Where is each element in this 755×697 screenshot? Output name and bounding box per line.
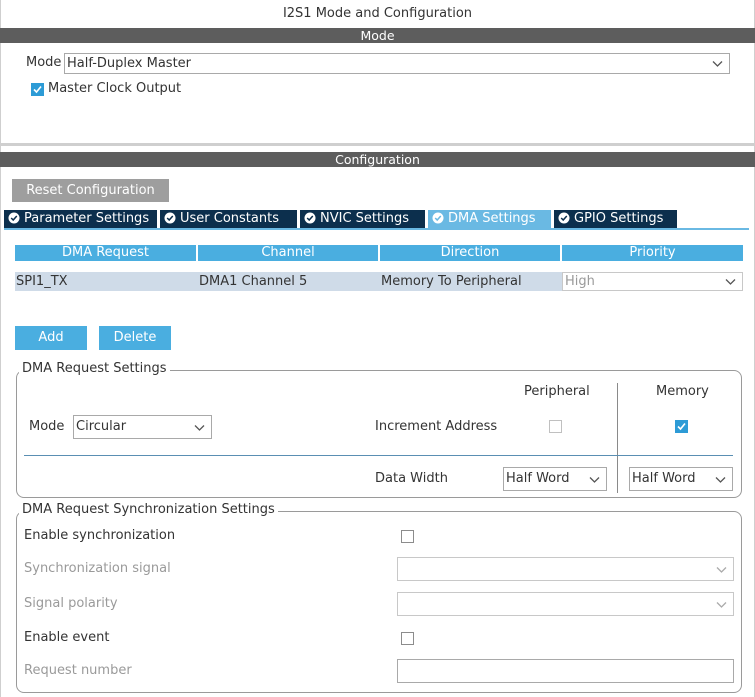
settings-divider: [24, 455, 733, 456]
master-clock-label: Master Clock Output: [48, 81, 182, 96]
enable-sync-label: Enable synchronization: [24, 528, 176, 543]
cell-channel: DMA1 Channel 5: [198, 272, 380, 291]
column-header-priority: Priority: [562, 245, 743, 261]
tab-bar: Parameter Settings User Constants NVIC S…: [4, 210, 749, 228]
check-circle-icon: [164, 212, 176, 224]
increment-address-label: Increment Address: [375, 419, 498, 434]
master-clock-checkbox[interactable]: [31, 83, 44, 96]
request-number-label: Request number: [24, 663, 132, 678]
mode-header: Mode: [0, 28, 755, 43]
chevron-down-icon: [194, 425, 205, 431]
tab-gpio-settings[interactable]: GPIO Settings: [554, 210, 677, 228]
tab-label: Parameter Settings: [24, 211, 150, 226]
column-header-channel: Channel: [198, 245, 378, 261]
chevron-down-icon: [725, 279, 736, 285]
sync-signal-select[interactable]: [397, 557, 734, 581]
check-circle-icon: [558, 212, 570, 224]
enable-event-checkbox[interactable]: [401, 632, 414, 645]
chevron-down-icon: [712, 61, 723, 67]
sync-signal-label: Synchronization signal: [24, 561, 171, 576]
tab-parameter-settings[interactable]: Parameter Settings: [4, 210, 157, 228]
check-icon: [677, 422, 686, 431]
peripheral-column-label: Peripheral: [524, 384, 590, 399]
cell-direction: Memory To Peripheral: [380, 272, 562, 291]
check-circle-icon: [8, 212, 20, 224]
mode-select[interactable]: Half-Duplex Master: [64, 53, 730, 74]
mode-select-value: Half-Duplex Master: [67, 56, 192, 71]
tab-label: NVIC Settings: [320, 211, 409, 226]
table-row[interactable]: SPI1_TX DMA1 Channel 5 Memory To Periphe…: [15, 272, 743, 291]
tab-label: User Constants: [180, 211, 279, 226]
window-title: I2S1 Mode and Configuration: [282, 6, 473, 21]
peripheral-increment-checkbox[interactable]: [549, 420, 562, 433]
column-header-direction: Direction: [380, 245, 560, 261]
cell-dma-request: SPI1_TX: [15, 272, 198, 291]
check-icon: [33, 85, 42, 94]
tab-dma-settings[interactable]: DMA Settings: [428, 210, 551, 228]
check-circle-icon: [304, 212, 316, 224]
memory-increment-checkbox[interactable]: [675, 420, 688, 433]
column-divider: [617, 383, 618, 493]
tab-underline: [4, 228, 749, 230]
delete-button[interactable]: Delete: [99, 326, 171, 350]
tab-nvic-settings[interactable]: NVIC Settings: [300, 210, 425, 228]
window-border-left: [0, 0, 1, 697]
priority-select[interactable]: High: [562, 272, 743, 291]
check-circle-icon: [432, 212, 444, 224]
memory-data-width-value: Half Word: [632, 471, 696, 486]
dma-mode-label: Mode: [29, 419, 65, 434]
priority-select-value: High: [565, 274, 595, 289]
tab-user-constants[interactable]: User Constants: [160, 210, 297, 228]
chevron-down-icon: [715, 477, 726, 483]
peripheral-data-width-select[interactable]: Half Word: [503, 467, 607, 491]
signal-polarity-select[interactable]: [397, 592, 734, 616]
sync-settings-title: DMA Request Synchronization Settings: [19, 502, 278, 517]
peripheral-data-width-value: Half Word: [506, 471, 570, 486]
signal-polarity-label: Signal polarity: [24, 596, 118, 611]
dma-mode-select-value: Circular: [76, 419, 127, 434]
dma-request-settings-title: DMA Request Settings: [19, 361, 170, 376]
chevron-down-icon: [589, 477, 600, 483]
mode-label: Mode: [26, 55, 62, 70]
column-header-dma-request: DMA Request: [15, 245, 196, 261]
memory-column-label: Memory: [656, 384, 709, 399]
dma-mode-select[interactable]: Circular: [73, 415, 212, 439]
request-number-input[interactable]: [397, 659, 734, 683]
memory-data-width-select[interactable]: Half Word: [629, 467, 733, 491]
enable-sync-checkbox[interactable]: [401, 530, 414, 543]
reset-configuration-button[interactable]: Reset Configuration: [12, 179, 169, 202]
tab-label: GPIO Settings: [574, 211, 664, 226]
configuration-header: Configuration: [0, 152, 755, 167]
chevron-down-icon: [716, 567, 727, 573]
enable-event-label: Enable event: [24, 630, 110, 645]
chevron-down-icon: [716, 602, 727, 608]
data-width-label: Data Width: [375, 471, 448, 486]
add-button[interactable]: Add: [15, 326, 87, 350]
section-separator: [0, 143, 755, 146]
tab-label: DMA Settings: [448, 211, 536, 226]
